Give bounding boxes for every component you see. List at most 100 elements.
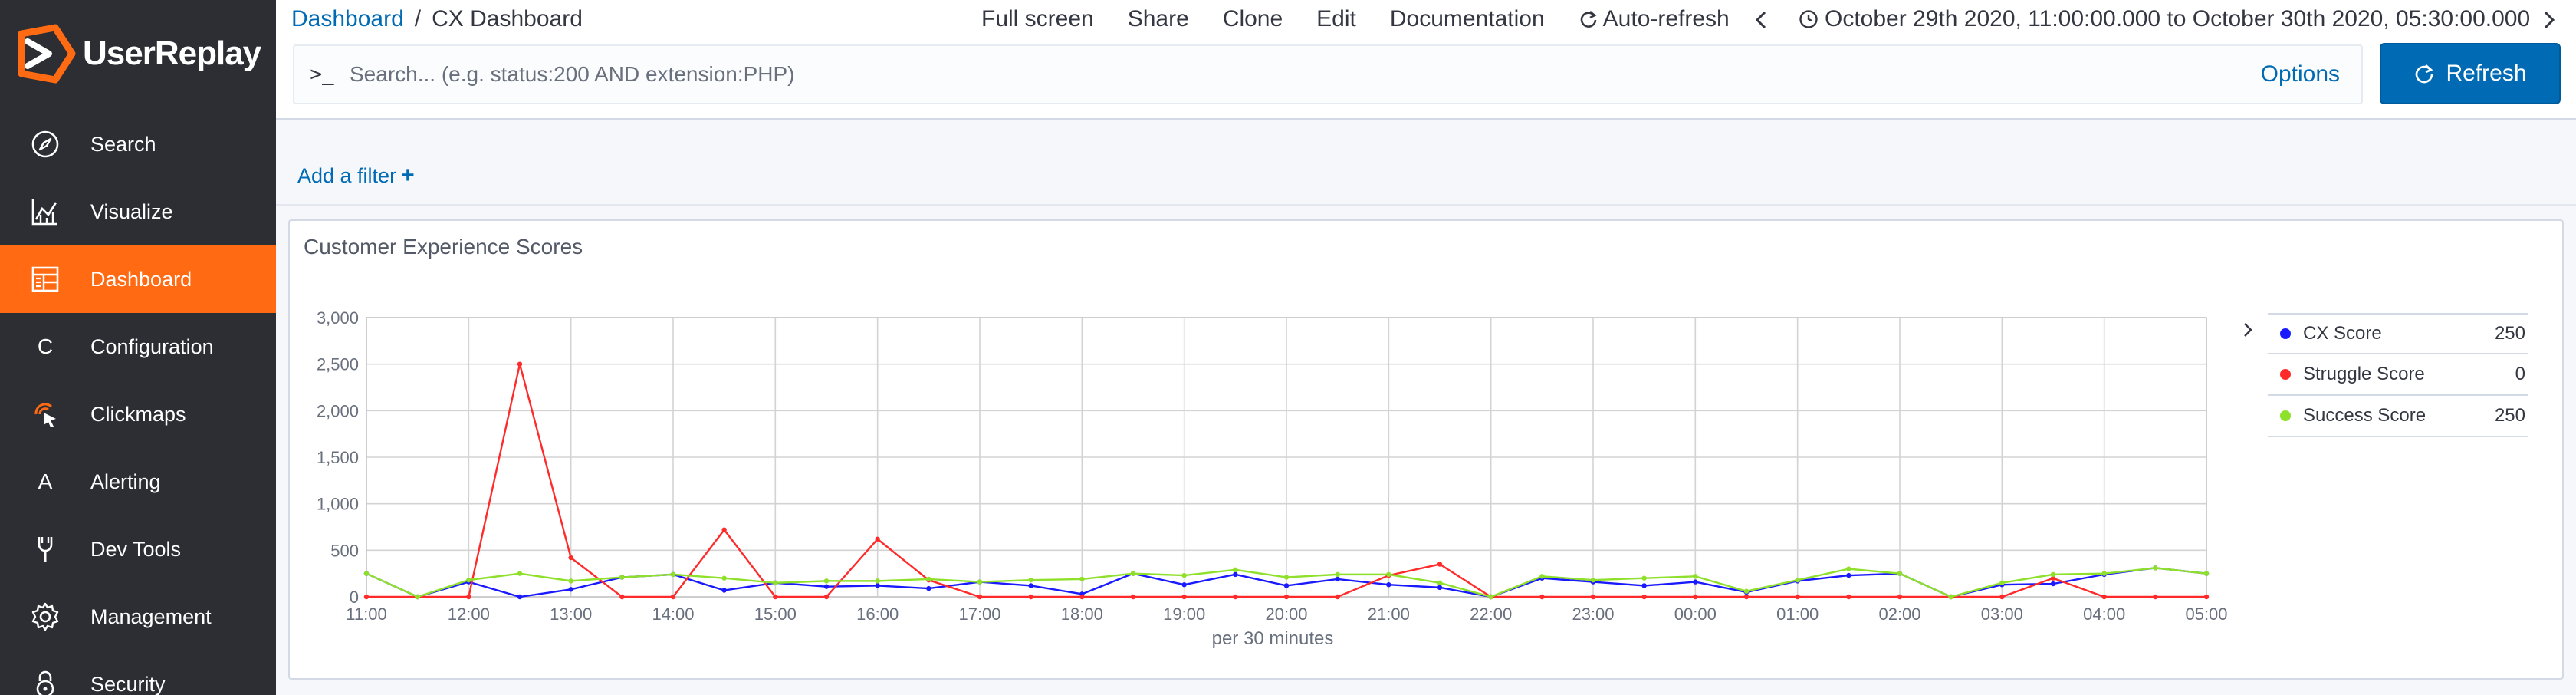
sidebar-item-alerting[interactable]: A Alerting xyxy=(0,448,276,515)
add-filter-button[interactable]: Add a filter + xyxy=(297,163,415,189)
search-input[interactable] xyxy=(350,62,2261,87)
data-point[interactable] xyxy=(823,594,830,600)
data-point[interactable] xyxy=(2050,571,2056,578)
data-point[interactable] xyxy=(1335,576,1340,582)
data-point[interactable] xyxy=(568,555,573,561)
breadcrumb-dashboard-link[interactable]: Dashboard xyxy=(291,6,404,32)
data-point[interactable] xyxy=(1897,571,1903,576)
data-point[interactable] xyxy=(568,578,573,584)
sidebar-item-management[interactable]: Management xyxy=(0,583,276,651)
data-point[interactable] xyxy=(517,571,523,576)
data-point[interactable] xyxy=(721,588,727,593)
data-point[interactable] xyxy=(2101,594,2107,600)
data-point[interactable] xyxy=(2153,594,2158,600)
full-screen-button[interactable]: Full screen xyxy=(981,6,1094,32)
legend-item[interactable]: CX Score 250 xyxy=(2268,313,2528,354)
data-point[interactable] xyxy=(773,594,778,600)
data-point[interactable] xyxy=(1233,594,1238,600)
data-point[interactable] xyxy=(1283,594,1290,600)
documentation-button[interactable]: Documentation xyxy=(1390,6,1545,32)
data-point[interactable] xyxy=(415,594,420,600)
data-point[interactable] xyxy=(1233,567,1238,573)
data-point[interactable] xyxy=(1079,576,1085,582)
edit-button[interactable]: Edit xyxy=(1316,6,1356,32)
data-point[interactable] xyxy=(977,579,983,585)
data-point[interactable] xyxy=(721,527,727,532)
data-point[interactable] xyxy=(2203,571,2210,576)
share-button[interactable]: Share xyxy=(1128,6,1189,32)
data-point[interactable] xyxy=(1948,594,1953,600)
data-point[interactable] xyxy=(1283,575,1290,580)
data-point[interactable] xyxy=(1590,594,1596,600)
data-point[interactable] xyxy=(1335,571,1340,578)
data-point[interactable] xyxy=(1488,594,1493,600)
data-point[interactable] xyxy=(1181,582,1187,588)
data-point[interactable] xyxy=(1693,574,1698,579)
data-point[interactable] xyxy=(2153,565,2158,571)
chevron-left-icon[interactable] xyxy=(1751,9,1773,31)
auto-refresh-button[interactable]: Auto-refresh xyxy=(1579,6,1730,32)
data-point[interactable] xyxy=(721,575,727,581)
data-point[interactable] xyxy=(1693,594,1698,600)
sidebar-item-clickmaps[interactable]: Clickmaps xyxy=(0,380,276,448)
data-point[interactable] xyxy=(1386,582,1392,588)
data-point[interactable] xyxy=(1335,594,1340,600)
clone-button[interactable]: Clone xyxy=(1223,6,1283,32)
data-point[interactable] xyxy=(1437,580,1443,585)
data-point[interactable] xyxy=(1130,594,1136,600)
data-point[interactable] xyxy=(2203,594,2210,600)
data-point[interactable] xyxy=(1999,580,2005,585)
data-point[interactable] xyxy=(1437,585,1443,591)
data-point[interactable] xyxy=(926,585,932,591)
sidebar-item-dev-tools[interactable]: Dev Tools xyxy=(0,515,276,583)
data-point[interactable] xyxy=(1028,577,1033,583)
data-point[interactable] xyxy=(670,571,676,578)
refresh-button[interactable]: Refresh xyxy=(2380,43,2561,104)
data-point[interactable] xyxy=(1693,579,1698,585)
data-point[interactable] xyxy=(1233,571,1238,578)
data-point[interactable] xyxy=(773,580,778,585)
data-point[interactable] xyxy=(1641,594,1647,600)
data-point[interactable] xyxy=(1795,594,1800,600)
time-range-display[interactable]: October 29th 2020, 11:00:00.000 to Octob… xyxy=(1799,6,2530,32)
data-point[interactable] xyxy=(1743,588,1750,594)
data-point[interactable] xyxy=(466,577,472,583)
data-point[interactable] xyxy=(363,571,370,576)
sidebar-item-configuration[interactable]: C Configuration xyxy=(0,313,276,380)
data-point[interactable] xyxy=(1846,572,1852,578)
legend-item[interactable]: Success Score 250 xyxy=(2268,396,2528,437)
data-point[interactable] xyxy=(1079,594,1085,600)
legend-item[interactable]: Struggle Score 0 xyxy=(2268,354,2528,396)
data-point[interactable] xyxy=(517,361,523,367)
data-point[interactable] xyxy=(670,594,676,600)
data-point[interactable] xyxy=(1386,571,1392,578)
data-point[interactable] xyxy=(875,578,880,584)
chevron-right-icon[interactable] xyxy=(2538,9,2559,31)
data-point[interactable] xyxy=(1028,594,1033,600)
sidebar-item-dashboard[interactable]: Dashboard xyxy=(0,245,276,313)
options-button[interactable]: Options xyxy=(2261,61,2340,87)
data-point[interactable] xyxy=(1181,594,1187,600)
data-point[interactable] xyxy=(823,584,830,589)
data-point[interactable] xyxy=(823,578,830,584)
data-point[interactable] xyxy=(1999,594,2005,600)
data-point[interactable] xyxy=(568,587,573,592)
data-point[interactable] xyxy=(517,594,523,600)
data-point[interactable] xyxy=(1181,572,1187,578)
sidebar-item-visualize[interactable]: Visualize xyxy=(0,178,276,245)
data-point[interactable] xyxy=(1028,583,1033,588)
data-point[interactable] xyxy=(1539,594,1545,600)
app-logo[interactable]: UserReplay xyxy=(14,23,267,84)
data-point[interactable] xyxy=(2101,571,2107,576)
data-point[interactable] xyxy=(1641,583,1647,588)
data-point[interactable] xyxy=(1846,594,1852,600)
data-point[interactable] xyxy=(2050,581,2056,587)
data-point[interactable] xyxy=(977,594,983,600)
data-point[interactable] xyxy=(1897,594,1903,600)
data-point[interactable] xyxy=(466,594,472,600)
data-point[interactable] xyxy=(926,576,932,582)
sidebar-item-search[interactable]: Search xyxy=(0,110,276,178)
data-point[interactable] xyxy=(619,594,625,600)
data-point[interactable] xyxy=(875,536,880,542)
data-point[interactable] xyxy=(1795,577,1800,583)
